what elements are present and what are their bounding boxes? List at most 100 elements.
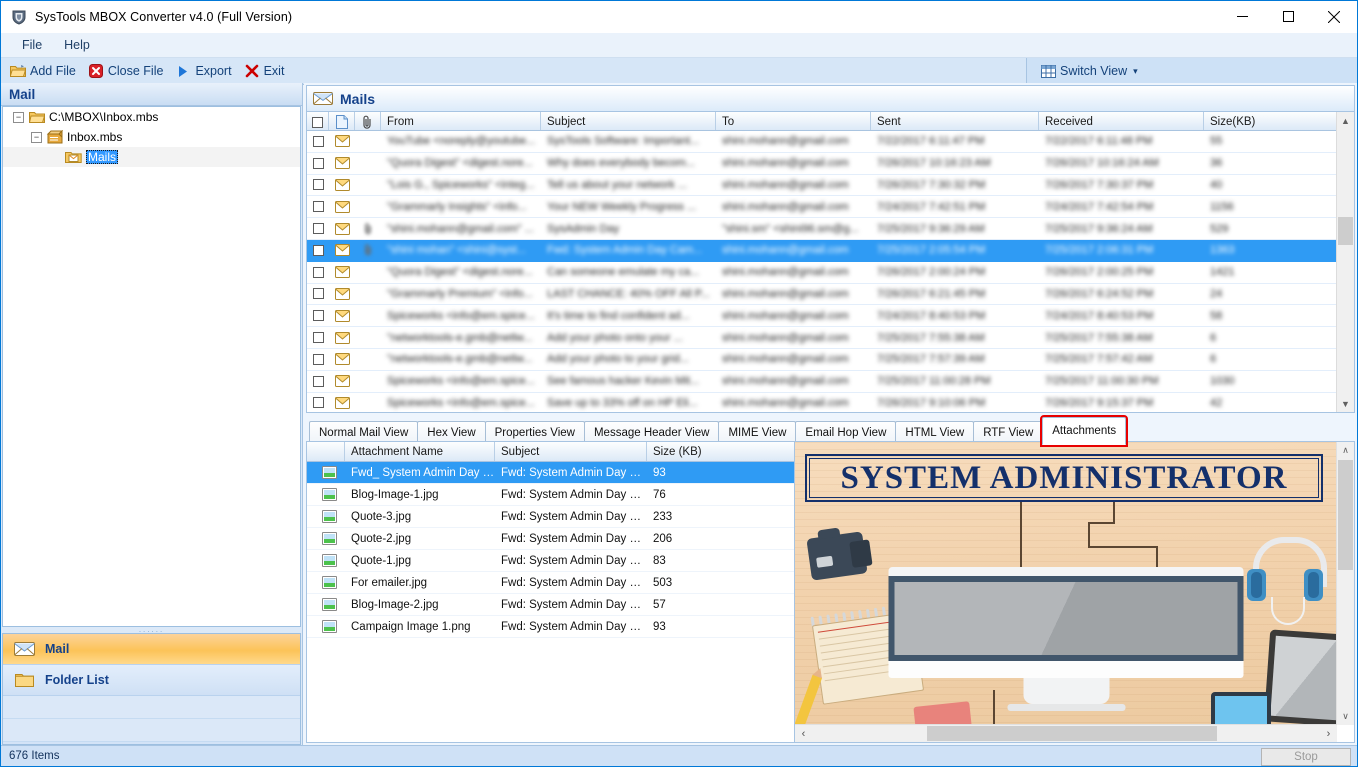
table-row[interactable]: Spiceworks <info@em.spice... Save up to 3… [307,393,1354,412]
preview-banner-text: SYSTEM ADMINISTRATOR [840,459,1288,496]
attachments-column-header-subject[interactable]: Subject [495,442,647,461]
column-header-page-icon[interactable] [329,112,355,130]
close-button[interactable] [1311,1,1357,32]
table-row[interactable]: "Grammarly Insights" <info... Your NEW We… [307,196,1354,219]
mail-rows-container: YouTube <noreply@youtube... SysTools Soft… [307,131,1354,412]
column-header-subject[interactable]: Subject [541,112,716,130]
collapse-toggle[interactable]: − [31,131,42,143]
preview-scroll-right-arrow-icon[interactable]: › [1320,725,1337,742]
collapse-toggle[interactable]: − [13,111,24,123]
column-header-from[interactable]: From [381,112,541,130]
tab-attachments[interactable]: Attachments [1040,415,1129,447]
row-checkbox[interactable] [307,223,329,235]
exit-button[interactable]: Exit [241,60,292,82]
column-header-attachment-icon[interactable] [355,112,381,130]
preview-scroll-left-arrow-icon[interactable]: ‹ [795,725,812,742]
nav-button-folder-list[interactable]: Folder List [3,665,300,696]
preview-hscroll-thumb[interactable] [927,726,1217,741]
tree-node-inbox[interactable]: − Inbox.mbs [3,127,300,147]
preview-scroll-down-arrow-icon[interactable]: ∨ [1337,708,1354,725]
cell-received: 7/22/2017 6:11:48 PM [1045,135,1153,148]
switch-view-button[interactable]: Switch View ▾ [1037,60,1145,82]
minimize-button[interactable] [1219,1,1265,32]
column-header-sent[interactable]: Sent [871,112,1039,130]
row-checkbox[interactable] [307,179,329,191]
export-button[interactable]: Export [172,60,238,82]
attachments-column-header-icon[interactable] [307,442,345,461]
cell-received: 7/26/2017 2:00:25 PM [1045,266,1154,279]
preview-scroll-up-arrow-icon[interactable]: ∧ [1337,442,1354,459]
mail-scroll-thumb[interactable] [1338,217,1353,245]
row-checkbox[interactable] [307,397,329,409]
scroll-down-arrow-icon[interactable]: ▼ [1337,395,1354,412]
list-item[interactable]: Quote-2.jpg Fwd: System Admin Day C... 206 [307,528,794,550]
list-item[interactable]: Quote-3.jpg Fwd: System Admin Day C... 233 [307,506,794,528]
table-row[interactable]: "networktools-e.gmb@netlw... Add your pho… [307,327,1354,349]
list-item[interactable]: Blog-Image-2.jpg Fwd: System Admin Day C.… [307,594,794,616]
column-header-received[interactable]: Received [1039,112,1204,130]
cell-sent: 7/25/2017 7:57:39 AM [877,353,985,366]
column-header-size[interactable]: Size(KB) [1204,112,1354,130]
row-checkbox[interactable] [307,266,329,278]
nav-button-mail[interactable]: Mail [3,634,300,665]
list-item[interactable]: Fwd_ System Admin Day C... Fwd: System Ad… [307,462,794,484]
tablet-icon [1263,629,1337,725]
row-checkbox[interactable] [307,310,329,322]
cell-size: 58 [1210,309,1223,322]
select-all-checkbox[interactable] [312,116,323,128]
preview-vscroll-thumb[interactable] [1338,460,1353,570]
tree-node-root[interactable]: − C:\MBOX\Inbox.mbs [3,107,300,127]
preview-vertical-scrollbar[interactable]: ∧ ∨ [1336,442,1354,725]
list-item[interactable]: For emailer.jpg Fwd: System Admin Day C..… [307,572,794,594]
attachments-column-header-name[interactable]: Attachment Name [345,442,495,461]
add-file-button[interactable]: Add File [7,60,83,82]
table-row[interactable]: "Grammarly Premium" <info... LAST CHANCE:… [307,284,1354,306]
image-file-icon [307,510,345,523]
maximize-button[interactable] [1265,1,1311,32]
select-all-checkbox-header[interactable] [307,112,329,130]
mail-panel-title: Mails [340,90,376,107]
row-checkbox[interactable] [307,375,329,387]
table-row[interactable]: "Lois G., Spiceworks" <integ... Tell us a… [307,175,1354,197]
export-label: Export [195,64,232,78]
list-item[interactable]: Blog-Image-1.jpg Fwd: System Admin Day C.… [307,484,794,506]
attachments-column-header-size[interactable]: Size (KB) [647,442,794,461]
row-checkbox[interactable] [307,353,329,365]
attachment-size: 503 [653,576,673,589]
table-row[interactable]: "Quora Digest" <digest.nore... Can someon… [307,262,1354,284]
row-checkbox[interactable] [307,201,329,213]
menu-bar: File Help [1,33,1357,58]
row-checkbox[interactable] [307,157,329,169]
table-row[interactable]: "shini.mohann@gmail.com" ... SysAdmin Day… [307,218,1354,240]
row-checkbox[interactable] [307,135,329,147]
preview-horizontal-scrollbar[interactable]: ‹ › [795,724,1337,742]
scroll-up-arrow-icon[interactable]: ▲ [1337,112,1354,129]
list-item[interactable]: Campaign Image 1.png Fwd: System Admin Da… [307,616,794,638]
switch-view-label: Switch View [1060,64,1128,78]
row-checkbox[interactable] [307,332,329,344]
row-checkbox[interactable] [307,288,329,300]
cell-to: shini.mohann@gmail.com [722,353,849,366]
menu-item-file[interactable]: File [11,35,53,55]
mail-list-grid[interactable]: From Subject To Sent Received Size(KB) Y… [306,111,1355,413]
table-row[interactable]: YouTube <noreply@youtube... SysTools Soft… [307,131,1354,153]
list-item[interactable]: Quote-1.jpg Fwd: System Admin Day C... 83 [307,550,794,572]
stop-button[interactable]: Stop [1261,748,1351,766]
close-file-button[interactable]: Close File [85,60,171,82]
open-folder-icon [28,109,45,125]
folder-tree[interactable]: − C:\MBOX\Inbox.mbs − Inbox.mbs Mails [2,106,301,627]
envelope-icon [313,90,333,107]
cell-subject: Add your photo to your grid... [547,353,689,366]
row-checkbox[interactable] [307,244,329,256]
table-row[interactable]: "Quora Digest" <digest.nore... Why does e… [307,153,1354,175]
cable-right-3 [1088,522,1115,524]
table-row[interactable]: "networktools-e.gmb@netlw... Add your pho… [307,349,1354,371]
column-header-to[interactable]: To [716,112,871,130]
mail-list-vertical-scrollbar[interactable]: ▲ ▼ [1336,112,1354,412]
table-row[interactable]: "shini mohan" <shini@syst... Fwd: System … [307,239,1354,262]
menu-item-help[interactable]: Help [53,35,101,55]
table-row[interactable]: Spiceworks <info@em.spice... See famous h… [307,371,1354,393]
cell-received: 7/25/2017 7:55:38 AM [1045,331,1153,344]
table-row[interactable]: Spiceworks <info@em.spice... It's time to… [307,305,1354,328]
tree-node-mails[interactable]: Mails [3,147,300,167]
